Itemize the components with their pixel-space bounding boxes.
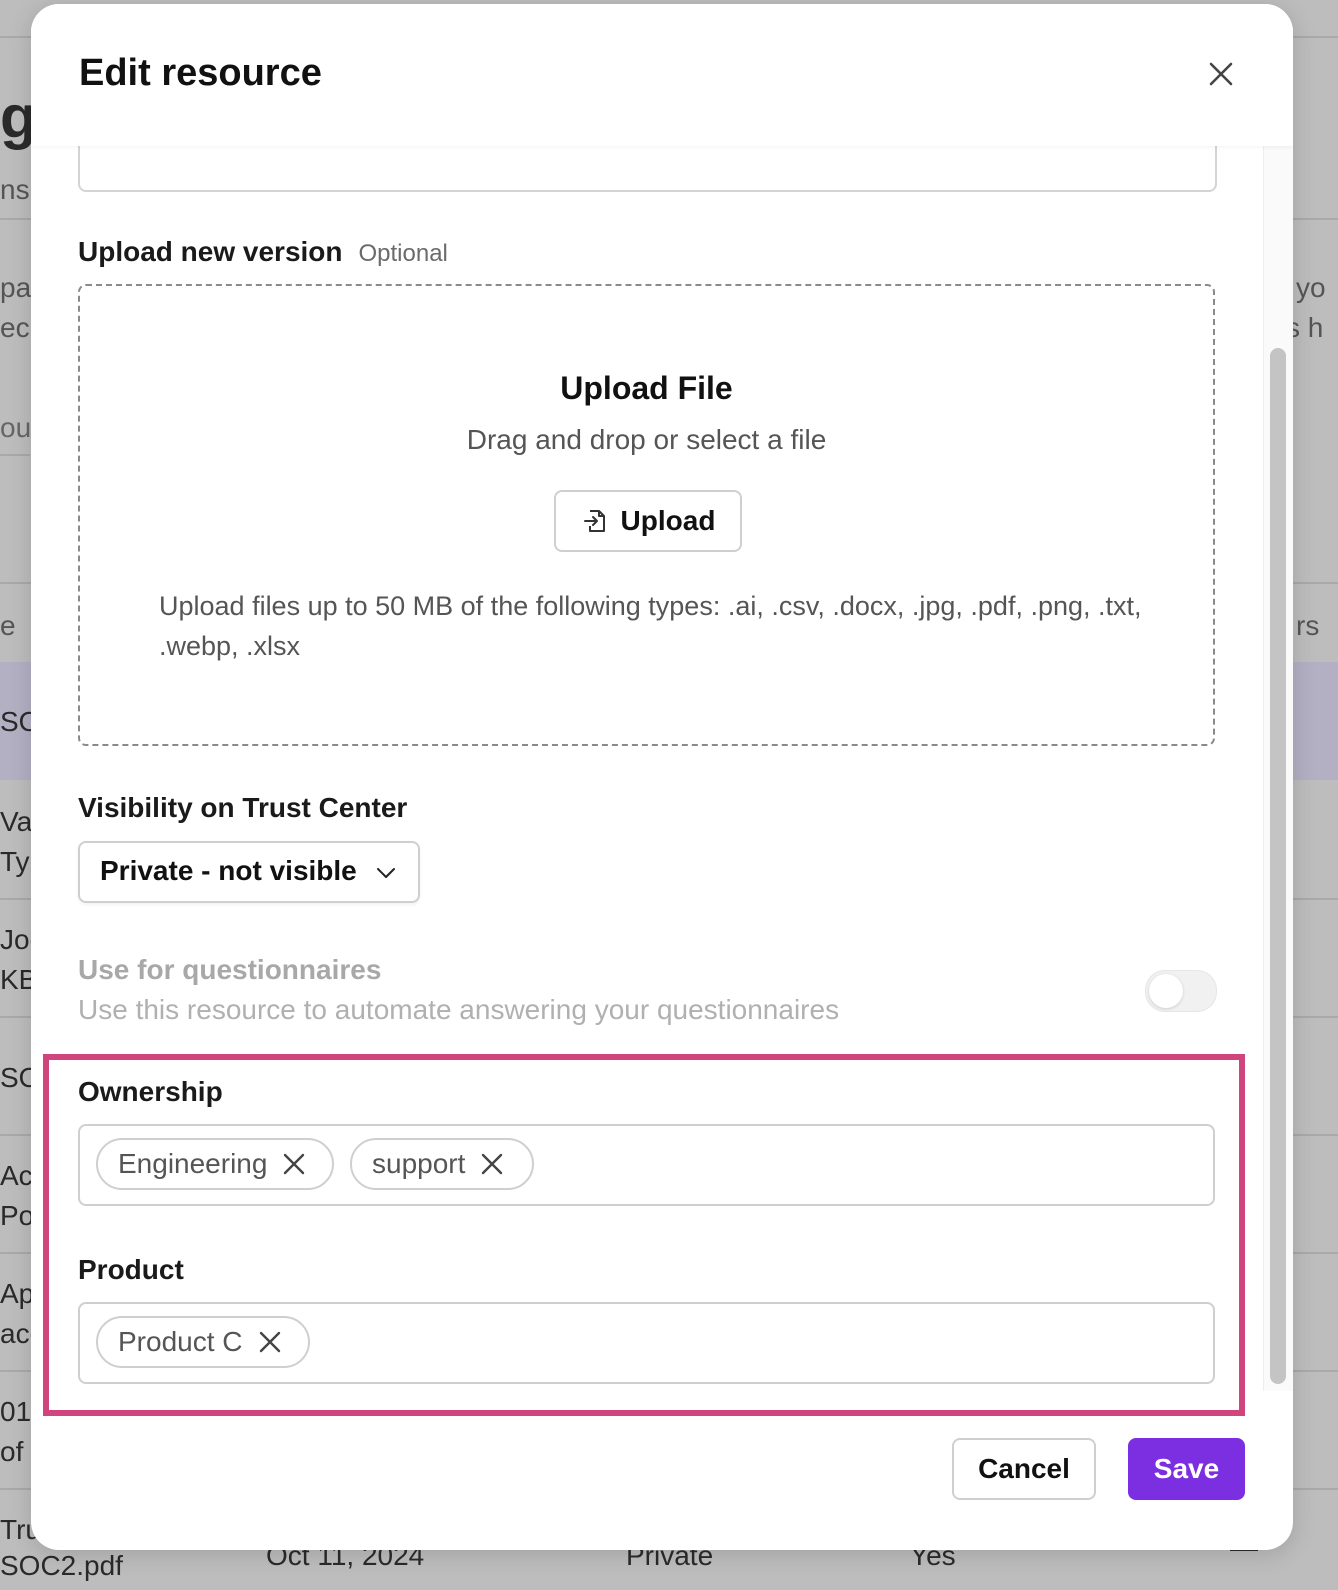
- bg-text: ou: [0, 412, 32, 443]
- upload-new-version-label: Upload new version Optional: [78, 236, 448, 268]
- dropzone-subtitle: Drag and drop or select a file: [466, 424, 827, 455]
- bg-text: pa: [0, 272, 32, 303]
- product-tag-input[interactable]: Product C: [78, 1302, 1215, 1384]
- save-button[interactable]: Save: [1128, 1438, 1245, 1500]
- bg-text: ec: [0, 312, 30, 343]
- ownership-tag: support: [350, 1138, 534, 1190]
- upload-button-label: Upload: [620, 505, 716, 536]
- bg-text: yo: [1296, 272, 1326, 303]
- remove-tag-icon[interactable]: [479, 1151, 505, 1177]
- visibility-selected-value: Private - not visible: [100, 855, 357, 886]
- remove-tag-icon[interactable]: [257, 1329, 283, 1355]
- bg-text: SOC2.pdf: [0, 1550, 123, 1581]
- modal-header: Edit resource: [31, 4, 1293, 146]
- visibility-label: Visibility on Trust Center: [78, 792, 408, 823]
- questionnaires-title: Use for questionnaires: [78, 954, 382, 985]
- ownership-label: Ownership: [78, 1076, 223, 1107]
- bg-text: rs: [1296, 610, 1320, 641]
- tag-label: support: [372, 1148, 466, 1179]
- dropzone-title: Upload File: [560, 370, 733, 406]
- remove-tag-icon[interactable]: [281, 1151, 307, 1177]
- questionnaires-description: Use this resource to automate answering …: [78, 994, 840, 1025]
- bg-text: ns: [0, 174, 30, 205]
- upload-button[interactable]: Upload: [554, 490, 742, 552]
- ownership-tag: Engineering: [96, 1138, 334, 1190]
- file-dropzone[interactable]: Upload File Drag and drop or select a fi…: [78, 284, 1215, 746]
- modal-title: Edit resource: [79, 52, 322, 94]
- optional-tag: Optional: [358, 240, 448, 267]
- chevron-down-icon: [377, 868, 395, 878]
- toggle-knob: [1149, 974, 1183, 1008]
- visibility-select[interactable]: Private - not visible: [78, 841, 420, 903]
- product-tag: Product C: [96, 1316, 310, 1368]
- tag-label: Engineering: [118, 1148, 268, 1179]
- upload-file-types-note: Upload files up to 50 MB of the followin…: [159, 591, 1142, 661]
- tag-label: Product C: [118, 1326, 243, 1357]
- upload-label-text: Upload new version: [78, 236, 343, 267]
- bg-text: e: [0, 610, 16, 641]
- ownership-tag-input[interactable]: Engineering support: [78, 1124, 1215, 1206]
- questionnaires-toggle[interactable]: [1145, 970, 1217, 1012]
- bg-divider: [0, 454, 30, 456]
- close-button[interactable]: [1201, 54, 1241, 94]
- product-label: Product: [78, 1254, 184, 1285]
- upload-file-icon: [583, 510, 605, 532]
- cancel-button[interactable]: Cancel: [952, 1438, 1096, 1500]
- close-icon: [1209, 62, 1233, 86]
- edit-resource-modal: Edit resource Upload new version Optional…: [31, 4, 1293, 1550]
- scrollbar-thumb[interactable]: [1270, 348, 1286, 1384]
